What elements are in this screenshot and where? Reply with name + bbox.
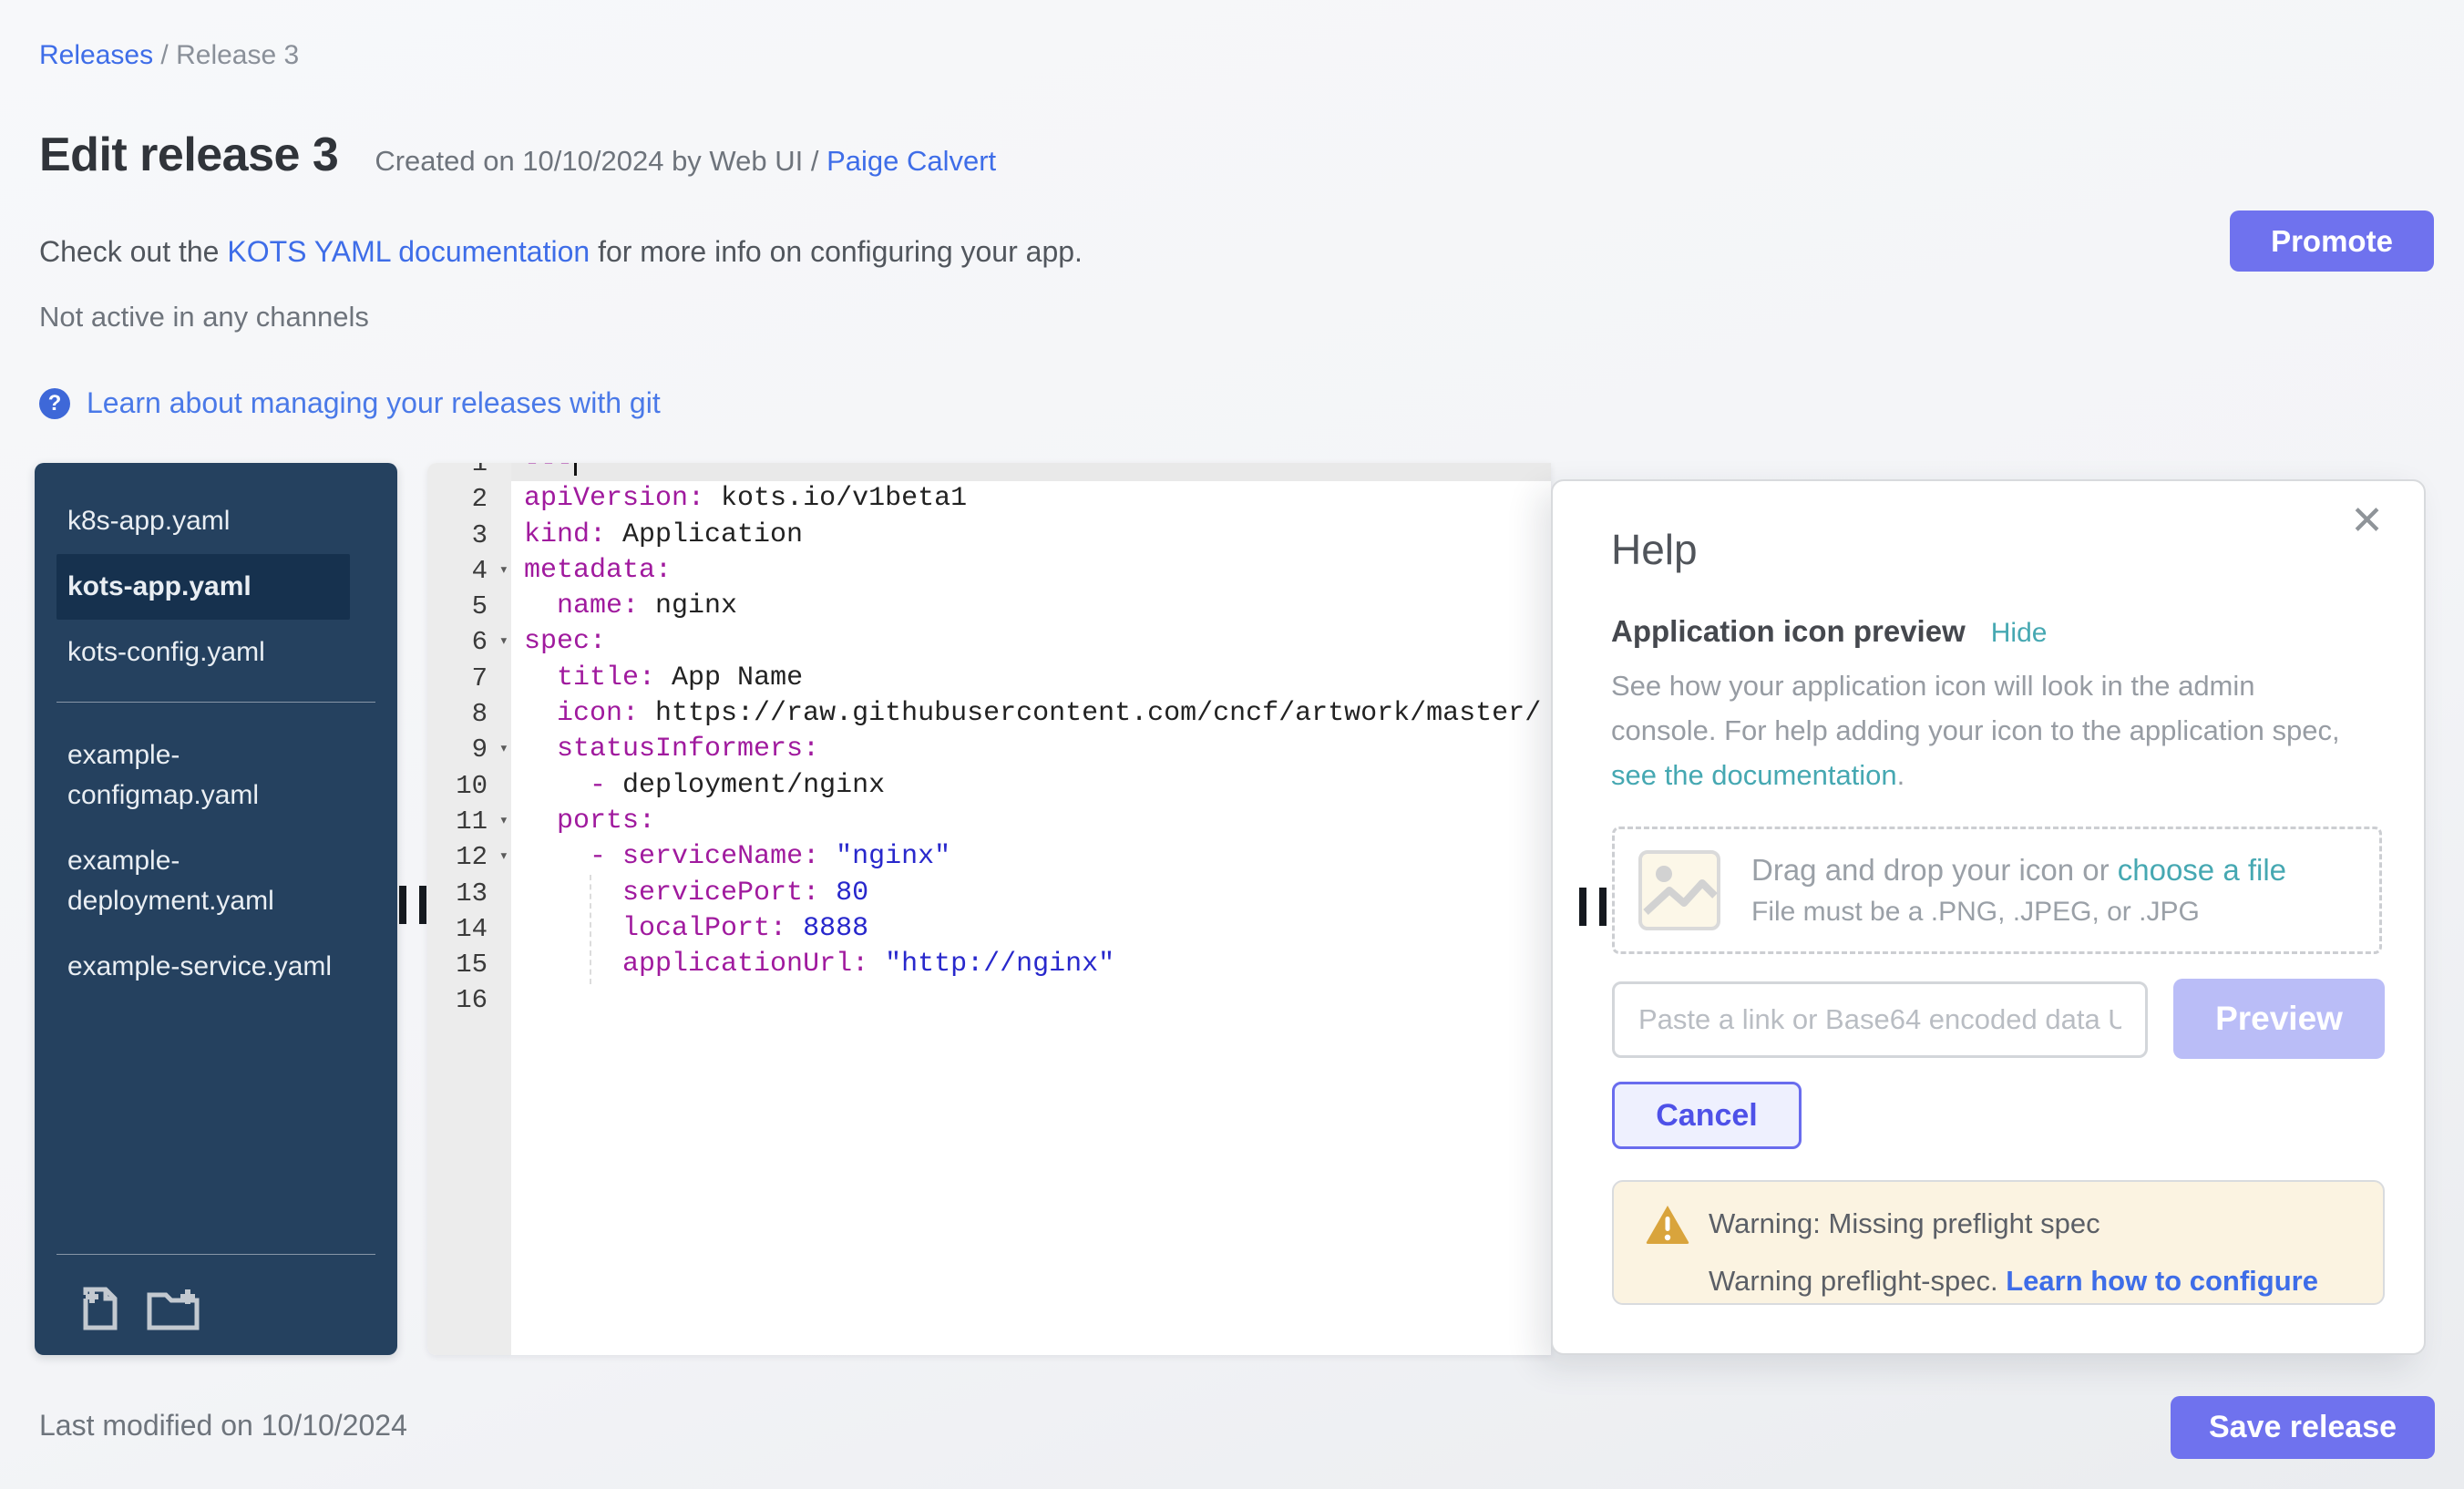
icon-drop-zone[interactable]: Drag and drop your icon or choose a file…	[1612, 827, 2382, 954]
sidebar-resize-handle[interactable]	[399, 886, 426, 924]
created-info: Created on 10/10/2024 by Web UI / Paige …	[375, 145, 996, 178]
sidebar-file-example-deployment.yaml[interactable]: example-deployment.yaml	[56, 828, 350, 934]
icon-preview-heading: Application icon preview	[1611, 614, 1966, 649]
file-list-bottom: example-configmap.yamlexample-deployment…	[35, 719, 397, 1000]
last-modified: Last modified on 10/10/2024	[39, 1409, 407, 1443]
code-line-3[interactable]: kind: Application	[511, 518, 1551, 553]
help-resize-handle[interactable]	[1579, 888, 1607, 926]
code-line-10[interactable]: - deployment/nginx	[511, 768, 1551, 804]
code-line-12[interactable]: - serviceName: "nginx"	[511, 839, 1551, 875]
doc-hint-post: for more info on configuring your app.	[590, 235, 1083, 268]
sidebar-file-kots-app.yaml[interactable]: kots-app.yaml	[56, 554, 350, 620]
help-description-period: .	[1897, 759, 1905, 791]
cancel-button[interactable]: Cancel	[1612, 1082, 1802, 1149]
sidebar-divider	[56, 702, 375, 703]
warning-icon	[1645, 1204, 1690, 1246]
help-description-text: See how your application icon will look …	[1611, 670, 2340, 746]
indent-guide	[590, 875, 591, 984]
git-help-row: ? Learn about managing your releases wit…	[39, 386, 661, 420]
breadcrumb: Releases / Release 3	[39, 40, 299, 71]
file-list-top: k8s-app.yamlkots-app.yamlkots-config.yam…	[35, 463, 397, 685]
sidebar-bottom-divider	[56, 1254, 375, 1255]
yaml-editor[interactable]: 1234▾56▾789▾1011▾12▾13141516 ---apiVersi…	[427, 463, 1551, 1355]
code-line-9[interactable]: statusInformers:	[511, 732, 1551, 767]
code-line-16[interactable]	[511, 982, 1551, 1018]
code-line-8[interactable]: icon: https://raw.githubusercontent.com/…	[511, 696, 1551, 732]
configure-preflight-link[interactable]: Learn how to configure	[2006, 1265, 2318, 1297]
doc-hint-pre: Check out the	[39, 235, 227, 268]
created-by-link[interactable]: Paige Calvert	[826, 145, 996, 177]
app-root: Releases / Release 3 Edit release 3 Crea…	[0, 0, 2464, 1489]
help-title: Help	[1611, 525, 1698, 574]
fold-arrow-icon[interactable]: ▾	[499, 804, 508, 839]
code-line-1[interactable]: ---	[511, 463, 1551, 481]
code-line-2[interactable]: apiVersion: kots.io/v1beta1	[511, 481, 1551, 517]
code-line-7[interactable]: title: App Name	[511, 661, 1551, 696]
question-icon[interactable]: ?	[39, 388, 70, 419]
hide-link[interactable]: Hide	[1991, 618, 2048, 649]
help-panel: ✕ Help Application icon preview Hide See…	[1551, 479, 2426, 1355]
save-release-button[interactable]: Save release	[2171, 1396, 2435, 1459]
fold-arrow-icon[interactable]: ▾	[499, 553, 508, 589]
code-line-4[interactable]: metadata:	[511, 553, 1551, 589]
breadcrumb-separator: /	[160, 40, 168, 70]
fold-arrow-icon[interactable]: ▾	[499, 839, 508, 875]
add-folder-icon[interactable]	[146, 1286, 200, 1331]
preview-button[interactable]: Preview	[2173, 979, 2385, 1059]
warning-title: Warning: Missing preflight spec	[1709, 1207, 2100, 1240]
code-line-5[interactable]: name: nginx	[511, 589, 1551, 624]
code-line-14[interactable]: localPort: 8888	[511, 911, 1551, 947]
sidebar-file-kots-config.yaml[interactable]: kots-config.yaml	[56, 620, 350, 685]
created-text: Created on 10/10/2024 by Web UI /	[375, 145, 818, 177]
sidebar-file-k8s-app.yaml[interactable]: k8s-app.yaml	[56, 488, 350, 554]
warning-detail: Warning preflight-spec. Learn how to con…	[1709, 1265, 2318, 1298]
text-cursor	[574, 463, 577, 476]
kots-yaml-doc-link[interactable]: KOTS YAML documentation	[227, 235, 590, 268]
code-line-11[interactable]: ports:	[511, 804, 1551, 839]
sidebar-bottom	[35, 1237, 397, 1355]
help-description: See how your application icon will look …	[1611, 663, 2358, 797]
drop-zone-filetypes: File must be a .PNG, .JPEG, or .JPG	[1751, 897, 2286, 928]
help-section-row: Application icon preview Hide	[1611, 614, 2047, 649]
image-placeholder-icon	[1637, 848, 1722, 932]
channel-status: Not active in any channels	[39, 301, 369, 334]
editor-gutter: 1234▾56▾789▾1011▾12▾13141516	[427, 463, 511, 1355]
code-line-13[interactable]: servicePort: 80	[511, 876, 1551, 911]
sidebar-file-example-configmap.yaml[interactable]: example-configmap.yaml	[56, 723, 350, 828]
fold-arrow-icon[interactable]: ▾	[499, 732, 508, 767]
doc-hint: Check out the KOTS YAML documentation fo…	[39, 235, 1083, 269]
see-documentation-link[interactable]: see the documentation	[1611, 759, 1897, 791]
page-title: Edit release 3	[39, 128, 338, 182]
sidebar-actions	[35, 1271, 397, 1355]
breadcrumb-current: Release 3	[176, 40, 299, 70]
fold-arrow-icon[interactable]: ▾	[499, 624, 508, 660]
drop-zone-label: Drag and drop your icon or	[1751, 853, 2118, 887]
git-releases-link[interactable]: Learn about managing your releases with …	[87, 386, 661, 420]
code-line-6[interactable]: spec:	[511, 624, 1551, 660]
editor-code-area[interactable]: ---apiVersion: kots.io/v1beta1kind: Appl…	[511, 463, 1551, 1355]
code-line-15[interactable]: applicationUrl: "http://nginx"	[511, 947, 1551, 982]
add-file-icon[interactable]	[78, 1286, 120, 1331]
sidebar-file-example-service.yaml[interactable]: example-service.yaml	[56, 934, 350, 1000]
breadcrumb-releases-link[interactable]: Releases	[39, 40, 153, 70]
warning-detail-text: Warning preflight-spec.	[1709, 1265, 2006, 1297]
choose-file-link[interactable]: choose a file	[2118, 853, 2286, 887]
preflight-warning: Warning: Missing preflight spec Warning …	[1612, 1180, 2385, 1305]
icon-url-input[interactable]	[1612, 981, 2148, 1058]
title-row: Edit release 3 Created on 10/10/2024 by …	[39, 128, 996, 182]
file-sidebar: k8s-app.yamlkots-app.yamlkots-config.yam…	[35, 463, 397, 1355]
close-icon[interactable]: ✕	[2350, 501, 2384, 541]
promote-button[interactable]: Promote	[2230, 211, 2434, 272]
drop-zone-text: Drag and drop your icon or choose a file…	[1751, 853, 2286, 928]
